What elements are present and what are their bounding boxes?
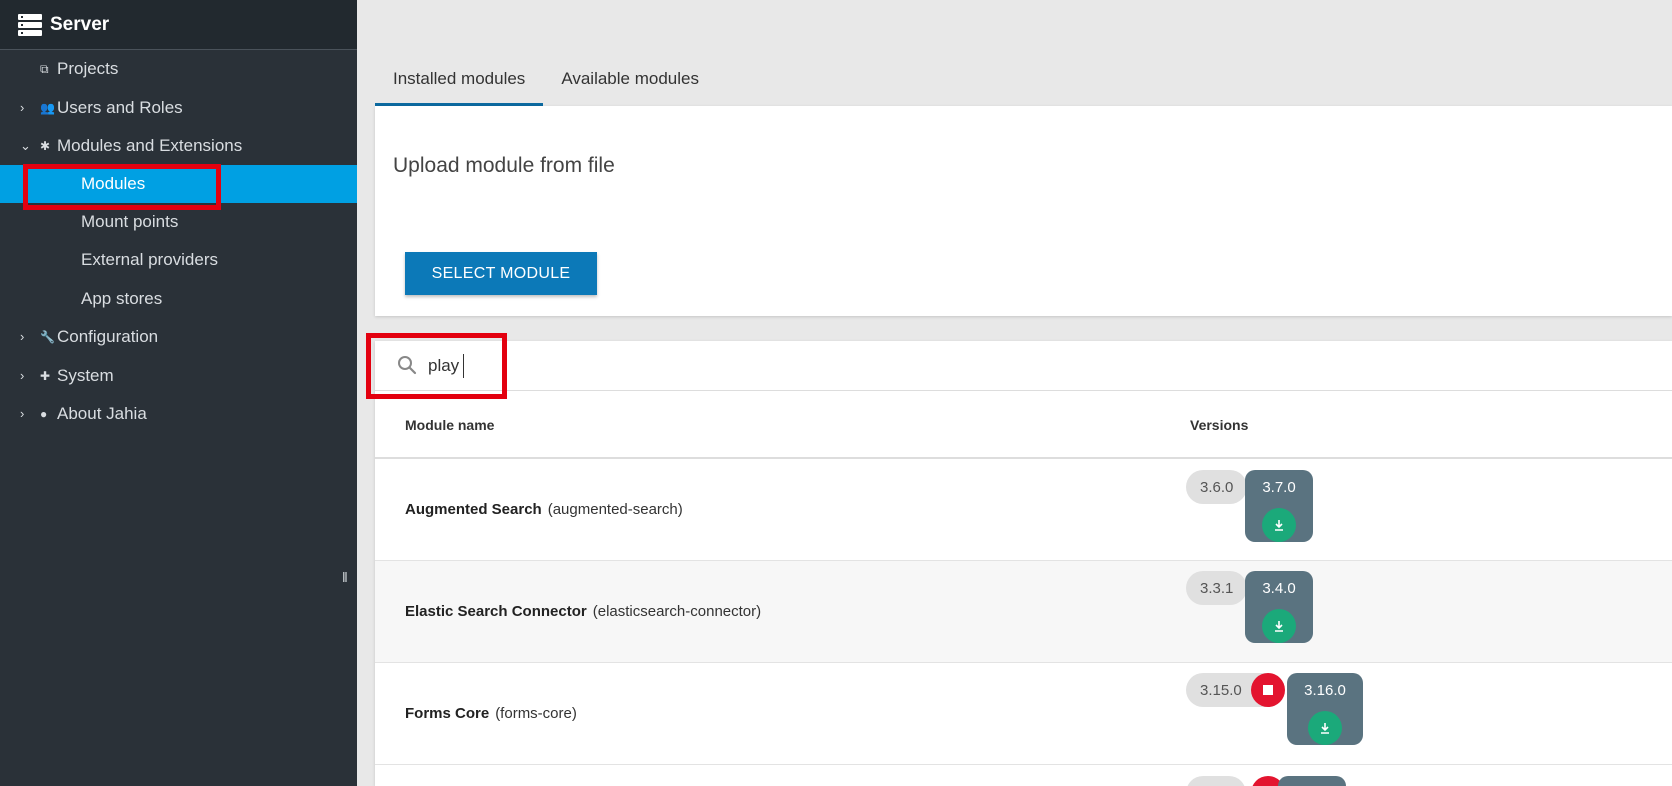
- sidebar-item-label: Configuration: [57, 327, 159, 346]
- sidebar-header: Server: [0, 0, 357, 50]
- chevron-right-icon[interactable]: ›: [20, 330, 30, 343]
- module-title[interactable]: Elastic Search Connector: [405, 603, 587, 620]
- puzzle-icon: ✱: [40, 139, 51, 153]
- version-label: 3.4.0: [1262, 580, 1296, 597]
- chevron-down-icon[interactable]: ⌄: [20, 139, 31, 152]
- tab-bar: Installed modules Available modules: [375, 58, 717, 106]
- module-title[interactable]: Augmented Search: [405, 501, 542, 518]
- sidebar-item-label: Projects: [57, 59, 119, 78]
- column-header-versions: Versions: [1190, 417, 1249, 433]
- server-icon: [18, 13, 42, 36]
- modules-table-card: Module name Versions Augmented Search (au…: [375, 341, 1672, 786]
- plus-icon: ✚: [40, 369, 51, 383]
- sidebar-item-app-stores[interactable]: App stores: [0, 280, 357, 318]
- select-module-button[interactable]: SELECT MODULE: [405, 252, 597, 295]
- sidebar-item-label: Modules and Extensions: [57, 136, 243, 155]
- version-available: 3.7.0: [1245, 470, 1313, 542]
- version-pill-installed: 3.3.1: [1186, 571, 1248, 605]
- upload-title: Upload module from file: [393, 154, 615, 177]
- table-row: Elastic Search Connector (elasticsearch-c…: [375, 561, 1672, 663]
- module-name: Augmented Search (augmented-search): [405, 501, 683, 518]
- sidebar-item-users-and-roles[interactable]: › 👥 Users and Roles: [0, 89, 357, 127]
- info-icon: ●: [40, 407, 48, 421]
- resize-handle-icon[interactable]: ‖: [342, 569, 348, 585]
- sidebar-item-system[interactable]: › ✚ System: [0, 357, 357, 395]
- table-row: Augmented Search (augmented-search) 3.6.0…: [375, 459, 1672, 561]
- sidebar-item-configuration[interactable]: › 🔧 Configuration: [0, 318, 357, 356]
- highlight-box-search: [366, 333, 507, 399]
- highlight-box-modules: [23, 164, 221, 210]
- sidebar: Server ⧉ Projects › 👥 Users and Roles ⌄ …: [0, 0, 357, 786]
- sidebar-item-label: Mount points: [81, 212, 179, 231]
- sidebar-item-modules-and-extensions[interactable]: ⌄ ✱ Modules and Extensions: [0, 127, 357, 165]
- users-icon: 👥: [40, 101, 55, 115]
- stop-icon[interactable]: [1251, 673, 1285, 707]
- version-available-partial: [1278, 776, 1346, 786]
- upload-card: Upload module from file SELECT MODULE: [375, 106, 1672, 316]
- download-icon[interactable]: [1308, 711, 1342, 745]
- sidebar-item-about-jahia[interactable]: › ● About Jahia: [0, 395, 357, 433]
- chevron-right-icon[interactable]: ›: [20, 407, 30, 420]
- tab-installed-modules[interactable]: Installed modules: [375, 58, 544, 106]
- column-header-module-name[interactable]: Module name: [405, 417, 494, 433]
- version-label: 3.16.0: [1304, 682, 1346, 699]
- module-name: Elastic Search Connector (elasticsearch-c…: [405, 603, 761, 620]
- table-row: [375, 765, 1672, 786]
- version-pill-partial: [1186, 776, 1246, 786]
- sidebar-item-projects[interactable]: ⧉ Projects: [0, 50, 357, 88]
- sidebar-item-label: Users and Roles: [57, 98, 183, 117]
- wrench-icon: 🔧: [40, 330, 55, 344]
- chevron-right-icon[interactable]: ›: [20, 369, 30, 382]
- sidebar-item-external-providers[interactable]: External providers: [0, 241, 357, 279]
- version-available: 3.4.0: [1245, 571, 1313, 643]
- search-row: [375, 341, 1672, 391]
- projects-icon: ⧉: [40, 61, 49, 76]
- version-label: 3.7.0: [1262, 479, 1296, 496]
- table-header: Module name Versions: [375, 391, 1672, 459]
- sidebar-item-label: System: [57, 366, 114, 385]
- module-id: (augmented-search): [547, 501, 683, 518]
- download-icon[interactable]: [1262, 508, 1296, 542]
- sidebar-item-label: About Jahia: [57, 404, 147, 423]
- version-pill-installed: 3.6.0: [1186, 470, 1248, 504]
- version-available: 3.16.0: [1287, 673, 1363, 745]
- sidebar-item-label: External providers: [81, 250, 219, 269]
- module-id: (elasticsearch-connector): [592, 603, 762, 620]
- download-icon[interactable]: [1262, 609, 1296, 643]
- module-title[interactable]: Forms Core: [405, 705, 489, 722]
- table-row: Forms Core (forms-core) 3.15.0 3.16.0: [375, 663, 1672, 765]
- module-name: Forms Core (forms-core): [405, 705, 577, 722]
- sidebar-item-label: App stores: [81, 289, 163, 308]
- module-id: (forms-core): [495, 705, 577, 722]
- tab-available-modules[interactable]: Available modules: [543, 58, 717, 106]
- chevron-right-icon[interactable]: ›: [20, 101, 30, 114]
- sidebar-title: Server: [50, 13, 110, 35]
